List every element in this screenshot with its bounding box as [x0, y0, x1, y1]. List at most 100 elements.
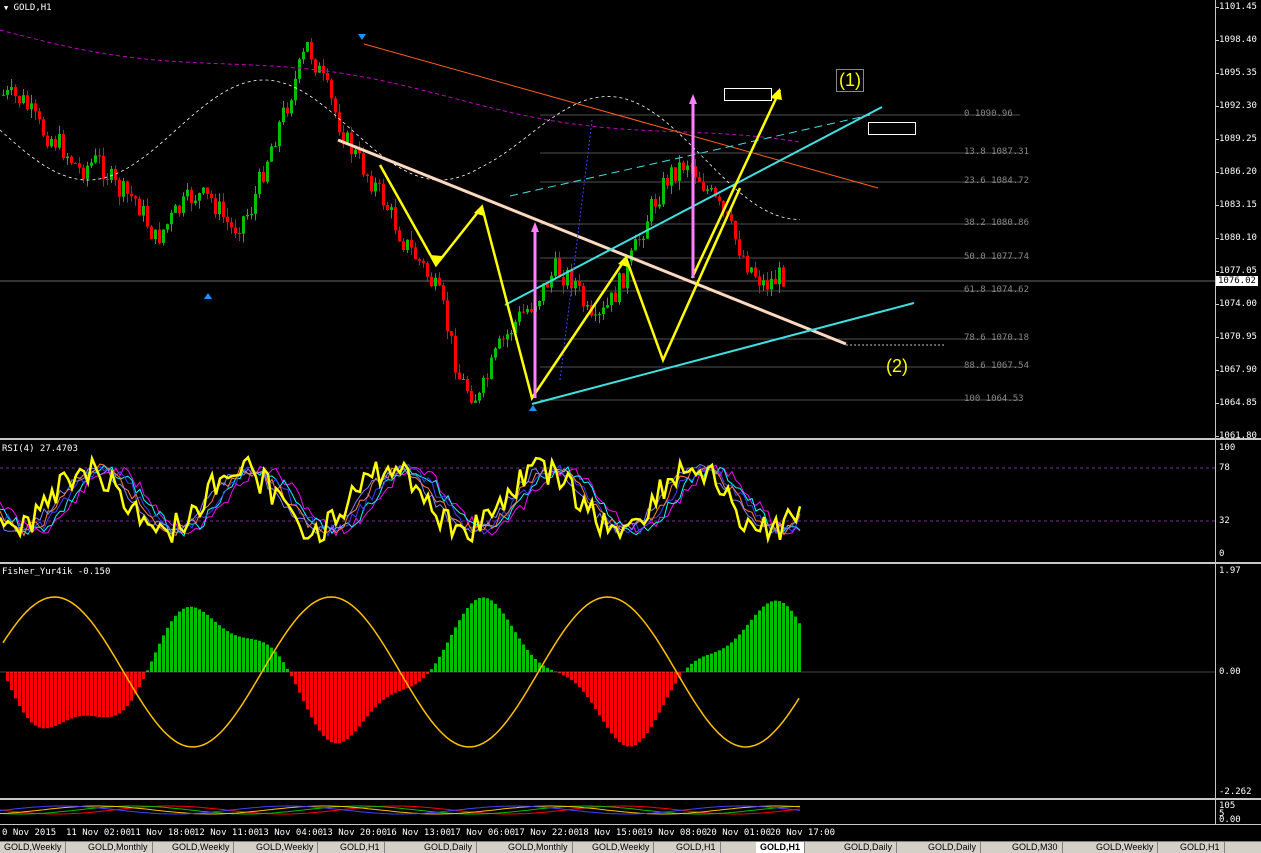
candle-body — [122, 181, 125, 196]
candle-body — [506, 334, 509, 339]
fisher-bar — [314, 672, 317, 724]
candle-body — [710, 188, 713, 189]
fisher-bar — [654, 672, 657, 720]
chart-tab[interactable]: GOLD,Monthly — [504, 842, 573, 853]
candle-body — [210, 194, 213, 198]
time-axis[interactable]: 0 Nov 201511 Nov 02:0011 Nov 18:0012 Nov… — [0, 824, 1261, 841]
fisher-bar — [230, 633, 233, 672]
rsi-axis[interactable] — [1215, 440, 1261, 562]
candle-body — [114, 169, 117, 180]
candle-body — [286, 108, 289, 114]
price-axis-tick — [1215, 436, 1219, 437]
time-axis-label: 12 Nov 11:00 — [194, 828, 259, 838]
price-axis-label: 1098.40 — [1219, 35, 1257, 45]
candle-body — [606, 305, 609, 308]
fisher-bar — [198, 609, 201, 672]
fisher-axis[interactable] — [1215, 564, 1261, 798]
fisher-bar — [82, 672, 85, 716]
candle-body — [718, 197, 721, 202]
wave-1-label: (1) — [836, 69, 864, 92]
candle-body — [502, 339, 505, 340]
fisher-bar — [46, 672, 49, 728]
fisher-bar — [274, 652, 277, 672]
fisher-bar — [458, 620, 461, 672]
fisher-bar — [270, 648, 273, 672]
candle-body — [510, 333, 513, 334]
candle-body — [18, 96, 21, 103]
chart-tab[interactable]: GOLD,Monthly — [84, 842, 153, 853]
candle-body — [226, 217, 229, 222]
candle-body — [666, 178, 669, 186]
candle-body — [326, 73, 329, 80]
candle-body — [402, 241, 405, 250]
candle-body — [458, 373, 461, 380]
candle-body — [766, 280, 769, 289]
chart-tab[interactable]: GOLD,H1 — [756, 842, 805, 853]
fisher-bar — [78, 672, 81, 716]
candle-body — [194, 201, 197, 203]
fisher-bar — [738, 634, 741, 672]
fisher-bar — [518, 638, 521, 672]
fisher-bar — [666, 672, 669, 698]
candle-body — [86, 166, 89, 179]
candle-body — [418, 259, 421, 261]
fisher-bar — [490, 600, 493, 672]
candle-body — [338, 112, 341, 132]
candle-body — [610, 292, 613, 305]
candle-body — [486, 378, 489, 379]
candle-body — [82, 168, 85, 179]
time-axis-label: 13 Nov 20:00 — [322, 828, 387, 838]
chart-tab[interactable]: GOLD,Weekly — [1092, 842, 1158, 853]
chart-tab[interactable]: GOLD,Weekly — [168, 842, 234, 853]
price-axis-label: 1074.00 — [1219, 299, 1257, 309]
chart-tab[interactable]: GOLD,Daily — [924, 842, 981, 853]
chart-tab[interactable]: GOLD,H1 — [1176, 842, 1225, 853]
fisher-bar — [526, 650, 529, 672]
candle-body — [174, 205, 177, 212]
candle-body — [426, 263, 429, 277]
chart-tab[interactable]: GOLD,H1 — [672, 842, 721, 853]
chart-tab[interactable]: GOLD,Weekly — [0, 842, 66, 853]
candle-body — [302, 52, 305, 60]
fisher-bar — [18, 672, 21, 706]
fisher-bar — [758, 610, 761, 672]
candle-body — [250, 214, 253, 215]
fisher-bar — [550, 670, 553, 672]
chart-tab[interactable]: GOLD,Daily — [420, 842, 477, 853]
bottom-indicator-chart — [0, 800, 1215, 824]
candle-body — [234, 228, 237, 233]
fisher-bar — [122, 672, 125, 710]
fisher-bar — [214, 622, 217, 672]
fisher-bar — [242, 638, 245, 672]
candle-body — [34, 103, 37, 111]
fisher-bar — [74, 672, 77, 717]
candle-body — [734, 221, 737, 239]
candle-body — [526, 309, 529, 312]
candle-body — [554, 259, 557, 276]
fisher-bar — [358, 672, 361, 726]
fisher-bar — [86, 672, 89, 716]
candle-body — [10, 87, 13, 90]
fisher-bar — [6, 672, 9, 681]
candle-body — [334, 98, 337, 112]
rsi-label-32: 32 — [1219, 516, 1230, 526]
chart-tab[interactable]: GOLD,Daily — [840, 842, 897, 853]
chart-tab[interactable]: GOLD,H1 — [336, 842, 385, 853]
candle-body — [278, 122, 281, 146]
fisher-bar — [182, 609, 185, 672]
chart-tab[interactable]: GOLD,Weekly — [588, 842, 654, 853]
chart-tab[interactable]: GOLD,M30 — [1008, 842, 1063, 853]
target-arrow-head — [531, 222, 539, 232]
candle-body — [2, 95, 5, 96]
rsi-label-78: 78 — [1219, 463, 1230, 473]
chart-tab[interactable]: GOLD,Weekly — [252, 842, 318, 853]
candle-body — [706, 189, 709, 190]
fisher-bar — [250, 639, 253, 672]
candle-body — [38, 111, 41, 119]
fisher-bar — [330, 672, 333, 742]
candle-body — [70, 157, 73, 163]
fisher-bar — [118, 672, 121, 713]
fisher-bar — [370, 672, 373, 712]
fisher-bar — [246, 638, 249, 672]
fisher-bar — [718, 650, 721, 672]
